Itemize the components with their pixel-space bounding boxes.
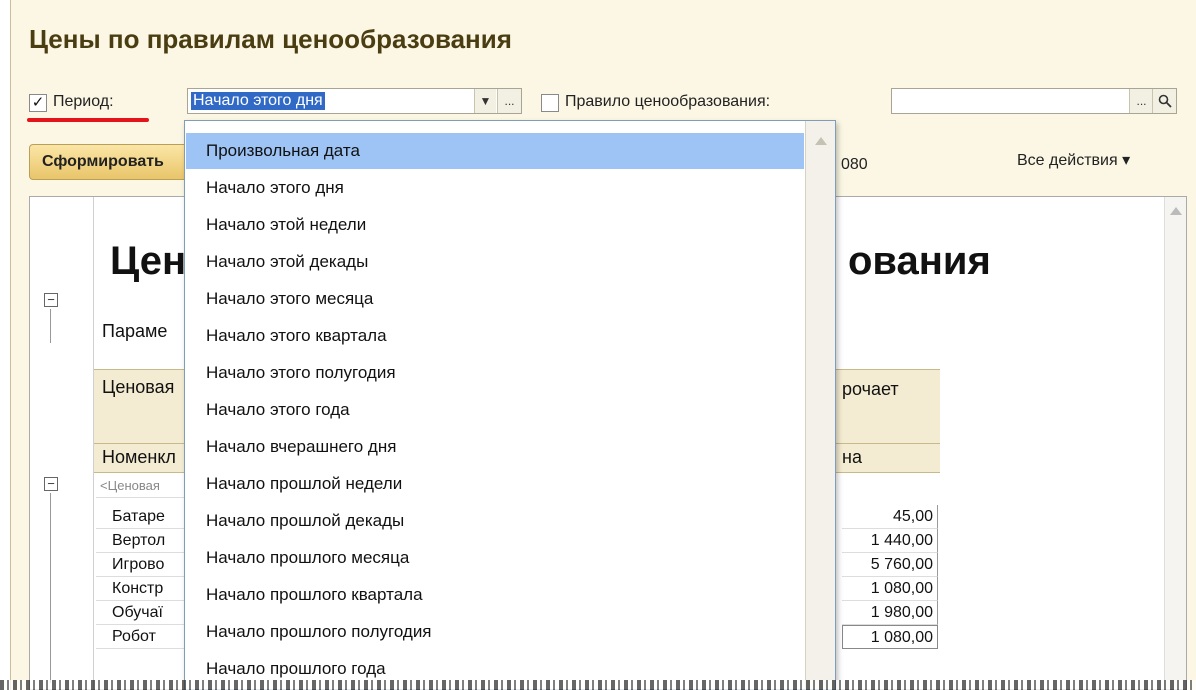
toolbar-partial-text: 080: [841, 156, 868, 173]
report-title-right: ования: [848, 239, 991, 283]
all-actions-button[interactable]: Все действия ▾: [1017, 150, 1130, 170]
col-nomenclature: Номенкл: [102, 447, 176, 467]
dropdown-item[interactable]: Начало прошлого полугодия: [186, 614, 804, 650]
col-price-type: Ценовая: [102, 377, 175, 397]
table-row-price: 1 080,00: [842, 625, 938, 649]
dropdown-item[interactable]: Начало прошлого квартала: [186, 577, 804, 613]
report-title-left: Цен: [110, 239, 187, 283]
dropdown-item[interactable]: Начало этого года: [186, 392, 804, 428]
table-row-price: 1 080,00: [842, 577, 938, 601]
col-applies: рочает: [842, 379, 899, 399]
report-params-label: Параме: [102, 321, 168, 341]
rule-choose-button[interactable]: ...: [1129, 89, 1153, 113]
dropdown-item[interactable]: Начало этого полугодия: [186, 355, 804, 391]
dropdown-item[interactable]: Начало этой декады: [186, 244, 804, 280]
dropdown-item[interactable]: Начало прошлого месяца: [186, 540, 804, 576]
scroll-up-icon[interactable]: [1170, 207, 1182, 215]
report-scrollbar[interactable]: [1164, 197, 1186, 689]
dropdown-item[interactable]: Начало этой недели: [186, 207, 804, 243]
period-checkbox[interactable]: ✓: [29, 94, 47, 112]
table-row-price: 5 760,00: [842, 553, 938, 577]
period-dropdown-list[interactable]: Произвольная дата Начало этого дня Начал…: [184, 120, 836, 690]
collapse-icon[interactable]: −: [44, 293, 58, 307]
dropdown-item[interactable]: Начало прошлой декады: [186, 503, 804, 539]
form-title: Цены по правилам ценообразования: [29, 24, 512, 54]
dropdown-item[interactable]: Начало этого месяца: [186, 281, 804, 317]
dropdown-scrollbar[interactable]: [805, 121, 835, 689]
table-row-price: 1 440,00: [842, 529, 938, 553]
dropdown-item[interactable]: Начало этого дня: [186, 170, 804, 206]
rule-checkbox[interactable]: [541, 94, 559, 112]
period-select-value: Начало этого дня: [191, 92, 325, 110]
rule-select[interactable]: ...: [891, 88, 1177, 114]
rule-label: Правило ценообразования:: [565, 93, 771, 110]
period-label: Период:: [53, 93, 114, 110]
status-strip: [0, 680, 1196, 690]
search-icon[interactable]: [1152, 89, 1176, 113]
dropdown-item[interactable]: Произвольная дата: [186, 133, 804, 169]
dropdown-item[interactable]: Начало вчерашнего дня: [186, 429, 804, 465]
col-price: на: [842, 447, 862, 467]
dropdown-item[interactable]: Начало прошлой недели: [186, 466, 804, 502]
report-gutter: [30, 197, 94, 689]
table-row-price: 45,00: [842, 505, 938, 529]
collapse-icon[interactable]: −: [44, 477, 58, 491]
tree-line: [50, 493, 51, 683]
annotation-underline: [27, 118, 149, 122]
dropdown-item[interactable]: Начало этого квартала: [186, 318, 804, 354]
scroll-up-icon[interactable]: [815, 137, 827, 145]
table-row-price: 1 980,00: [842, 601, 938, 625]
tree-line: [50, 309, 51, 343]
